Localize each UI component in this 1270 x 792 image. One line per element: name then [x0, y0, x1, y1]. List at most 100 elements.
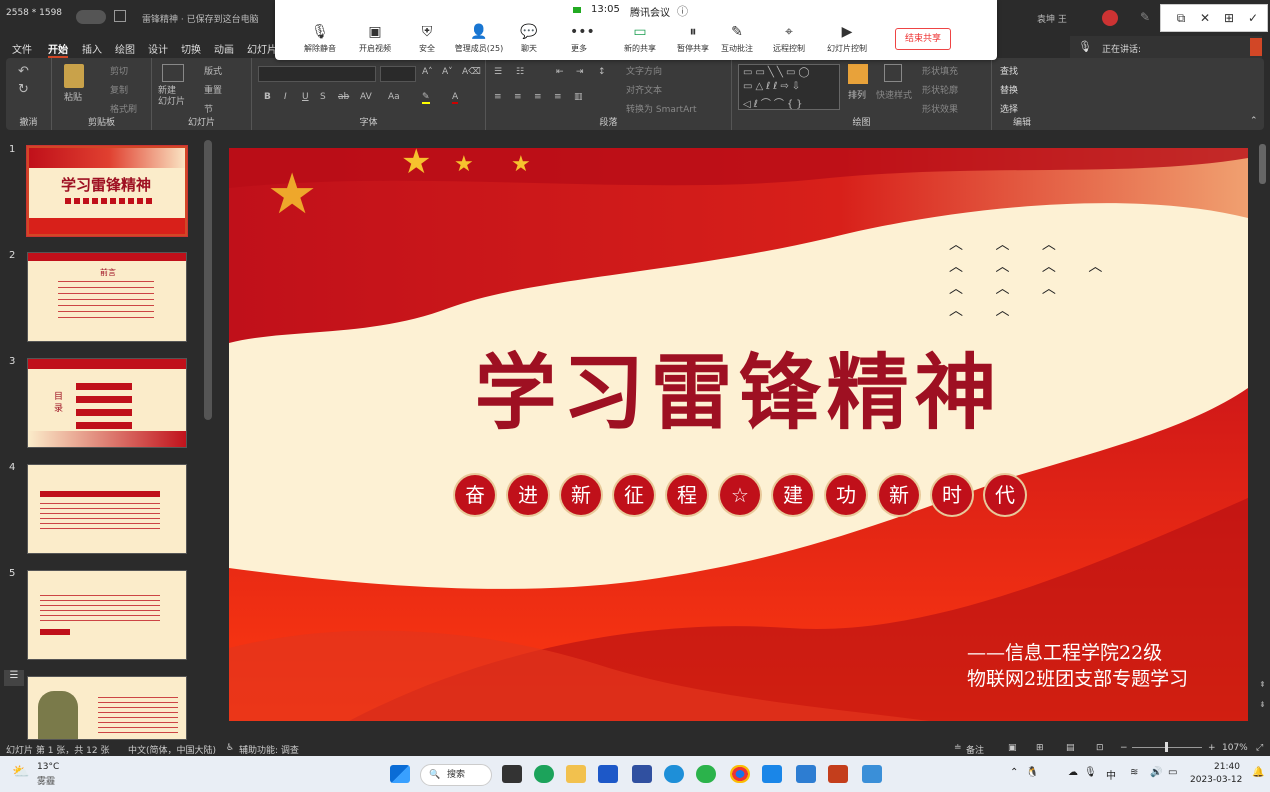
expand-icon[interactable] — [1250, 38, 1262, 56]
normal-view-icon[interactable]: ▣ — [1008, 743, 1017, 753]
shape-effects-button[interactable]: 形状效果 — [922, 102, 958, 115]
tab-draw[interactable]: 绘图 — [115, 41, 135, 56]
format-painter-button[interactable]: 格式刷 — [110, 102, 137, 115]
notification-icon[interactable]: 🔔 — [1252, 767, 1264, 778]
mic-tray-icon[interactable]: 🎙 — [1084, 767, 1097, 778]
select-button[interactable]: 选择 — [1000, 102, 1018, 115]
tab-insert[interactable]: 插入 — [82, 41, 102, 56]
app-icon[interactable] — [598, 765, 618, 783]
tab-file[interactable]: 文件 — [12, 41, 32, 56]
highlight-icon[interactable]: ✎ — [422, 92, 430, 104]
char-spacing-button[interactable]: AV — [360, 92, 372, 102]
collapse-ribbon-icon[interactable]: ⌃ — [1250, 116, 1258, 126]
smartart-button[interactable]: 转换为 SmartArt — [626, 102, 696, 115]
bold-button[interactable]: B — [264, 92, 271, 102]
autosave-toggle[interactable] — [76, 10, 106, 24]
new-share-button[interactable]: ▭ 新的共享 — [610, 24, 670, 54]
slide-control-button[interactable]: ▶ 幻灯片控制 — [817, 24, 877, 54]
powerpoint-icon[interactable] — [828, 765, 848, 783]
find-button[interactable]: 查找 — [1000, 64, 1018, 77]
thumbnail-slide-3[interactable]: 目录 — [27, 358, 187, 448]
redo-icon[interactable]: ↻ — [18, 82, 29, 97]
outdent-icon[interactable]: ⇥ — [576, 67, 584, 77]
zoom-level[interactable]: 107% — [1222, 743, 1248, 753]
tab-home[interactable]: 开始 — [48, 41, 68, 58]
font-name-box[interactable] — [258, 66, 376, 82]
clock-date[interactable]: 2023-03-12 — [1190, 775, 1242, 785]
qq-icon[interactable]: 🐧 — [1026, 767, 1038, 778]
zoom-in-icon[interactable]: + — [1208, 743, 1216, 753]
tray-expand-icon[interactable]: ⌃ — [1010, 767, 1018, 778]
quick-styles-button[interactable]: 快速样式 — [876, 88, 912, 101]
align-text-button[interactable]: 对齐文本 — [626, 83, 662, 96]
columns-icon[interactable]: ▥ — [574, 92, 583, 102]
app2-icon[interactable] — [796, 765, 816, 783]
info-icon[interactable]: ⓘ — [677, 3, 688, 19]
photos-icon[interactable] — [862, 765, 882, 783]
tab-design[interactable]: 设计 — [148, 41, 168, 56]
end-share-button[interactable]: 结束共享 — [895, 28, 951, 50]
justify-icon[interactable]: ≡ — [554, 92, 562, 102]
check-icon[interactable]: ✓ — [1245, 11, 1261, 25]
align-left-icon[interactable]: ≡ — [494, 92, 502, 102]
zoom-thumb[interactable] — [1165, 742, 1168, 752]
more-button[interactable]: ••• 更多 — [549, 24, 609, 54]
strike-button[interactable]: ab — [338, 92, 349, 102]
arrange-button[interactable]: 排列 — [848, 88, 866, 101]
arrange-icon[interactable] — [848, 64, 868, 84]
cloud-icon[interactable]: ☁ — [1068, 767, 1078, 778]
avatar[interactable] — [1102, 10, 1118, 26]
user-name[interactable]: 袁坤 王 — [1037, 12, 1067, 25]
popout-icon[interactable]: ⧉ — [1173, 11, 1189, 26]
font-size-box[interactable] — [380, 66, 416, 82]
thumbnail-slide-2[interactable]: 前言 — [27, 252, 187, 342]
slide-main[interactable]: ★ ★ ★ ★ ︿ ︿ ︿ ︿ ︿ ︿ ︿ ︿ ︿ ︿ ︿ ︿ 学习雷锋精神 奋 … — [229, 148, 1248, 721]
section-button[interactable]: 节 — [204, 102, 213, 115]
tab-animations[interactable]: 动画 — [214, 41, 234, 56]
shadow-button[interactable]: S — [320, 92, 326, 102]
align-center-icon[interactable]: ≡ — [514, 92, 522, 102]
shapes-gallery[interactable]: ▭▭╲╲▭◯ ▭△ℓℓ⇨⇩ ◁ℓ⌒⌒{} — [738, 64, 840, 110]
copy-button[interactable]: 复制 — [110, 83, 128, 96]
shrink-font-icon[interactable]: A˅ — [442, 67, 453, 77]
notes-button[interactable]: 备注 — [966, 743, 984, 756]
slide-scrollbar[interactable]: ⇞ ⇟ — [1259, 140, 1267, 730]
save-icon[interactable] — [114, 10, 126, 22]
windows-start-icon[interactable] — [390, 765, 410, 783]
bullets-icon[interactable]: ☰ — [494, 67, 502, 77]
cut-button[interactable]: 剪切 — [110, 64, 128, 77]
numbering-icon[interactable]: ☷ — [516, 67, 524, 77]
thumbnails-scrollbar[interactable] — [204, 140, 212, 420]
wifi-icon[interactable]: ≋ — [1130, 767, 1138, 778]
text-direction-button[interactable]: 文字方向 — [626, 64, 662, 77]
clock-time[interactable]: 21:40 — [1214, 762, 1240, 772]
indent-icon[interactable]: ⇤ — [556, 67, 564, 77]
shape-fill-button[interactable]: 形状填充 — [922, 64, 958, 77]
reading-view-icon[interactable]: ▤ — [1066, 743, 1075, 753]
quick-styles-icon[interactable] — [884, 64, 902, 82]
align-right-icon[interactable]: ≡ — [534, 92, 542, 102]
outline-view-icon[interactable]: ☰ — [4, 670, 24, 686]
paste-button[interactable]: 粘贴 — [64, 90, 82, 103]
fit-slide-icon[interactable]: ⤢ — [1256, 743, 1263, 753]
slideshow-icon[interactable]: ⊡ — [1096, 743, 1104, 753]
thumbnail-slide-6[interactable] — [27, 676, 187, 740]
tencent-meeting-icon[interactable] — [762, 765, 782, 783]
line-spacing-icon[interactable]: ↕ — [598, 67, 606, 77]
zoom-out-icon[interactable]: − — [1120, 743, 1128, 753]
change-case-button[interactable]: Aa — [388, 92, 400, 102]
record-icon[interactable]: ⊞ — [1221, 11, 1237, 25]
unmute-button[interactable]: 🎙 解除静音 — [290, 24, 350, 54]
tab-slideshow[interactable]: 幻灯片 — [247, 41, 277, 56]
store-icon[interactable] — [632, 765, 652, 783]
ime-indicator[interactable]: 中 — [1106, 767, 1116, 782]
clear-format-icon[interactable]: A⌫ — [462, 67, 481, 77]
replace-button[interactable]: 替换 — [1000, 83, 1018, 96]
accessibility-status[interactable]: 辅助功能: 调查 — [239, 743, 299, 756]
edge-blue-icon[interactable] — [664, 765, 684, 783]
security-button[interactable]: ⛨ 安全 — [397, 24, 457, 54]
underline-button[interactable]: U — [302, 92, 309, 102]
weather-temp[interactable]: 13°C — [37, 762, 59, 772]
file-explorer-icon[interactable] — [566, 765, 586, 783]
chrome-icon[interactable] — [730, 765, 750, 783]
